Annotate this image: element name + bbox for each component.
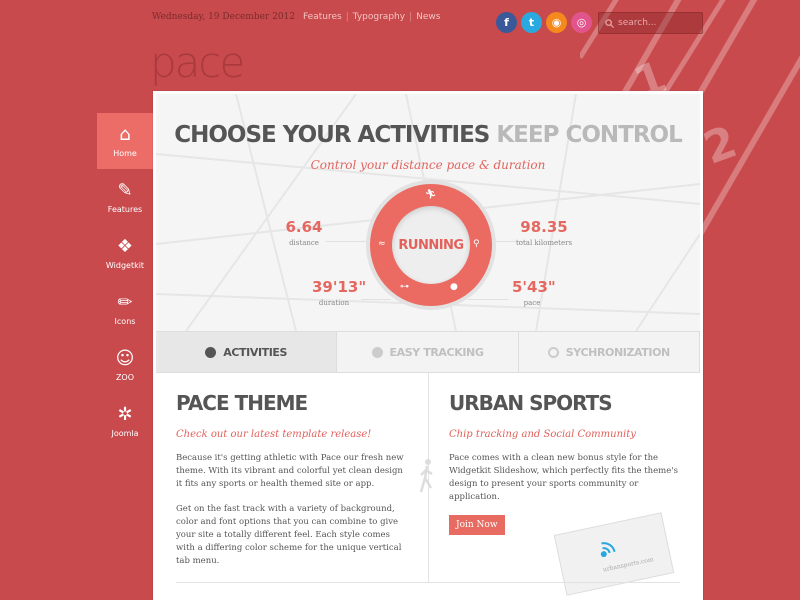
- tab-label: EASY TRACKING: [389, 345, 484, 359]
- widgetkit-icon: ❖: [116, 235, 134, 257]
- runner-icon: 🏃︎: [425, 190, 437, 200]
- pencil-icon: ✏: [117, 291, 133, 313]
- join-now-button[interactable]: Join Now: [449, 515, 505, 535]
- activity-center: RUNNING: [392, 206, 470, 284]
- hero-subtitle: Control your distance pace & duration: [310, 158, 546, 172]
- twitter-icon[interactable]: t: [521, 12, 542, 33]
- top-link-features[interactable]: Features: [303, 12, 342, 22]
- column-paragraph: Because it's getting athletic with Pace …: [176, 453, 404, 489]
- tab-synchronization[interactable]: SYCHRONIZATION: [518, 332, 700, 372]
- hero-title: CHOOSE YOUR ACTIVITIES KEEP CONTROL: [174, 122, 683, 148]
- nav-label: Home: [113, 148, 137, 158]
- top-link-news[interactable]: News: [416, 12, 440, 22]
- weights-icon: ⊶: [400, 282, 409, 292]
- refresh-icon: [547, 346, 559, 358]
- feature-tabs: ACTIVITIES EASY TRACKING SYCHRONIZATION: [156, 331, 700, 373]
- nav-label: Widgetkit: [105, 260, 145, 270]
- content-divider: [176, 582, 680, 583]
- activity-ring[interactable]: 🏃︎ ≈ ⚲ ⊶ ● RUNNING: [370, 184, 492, 306]
- nav-label: ZOO: [115, 372, 135, 382]
- stat-distance: 6.64 distance: [285, 218, 323, 247]
- zoo-icon: ☺: [115, 347, 135, 369]
- nav-item-home[interactable]: ⌂ Home: [97, 113, 153, 169]
- content-columns: PACE THEME Check out our latest template…: [156, 373, 700, 596]
- nav-label: Icons: [114, 316, 136, 326]
- nav-item-features[interactable]: ✎ Features: [97, 169, 153, 225]
- stat-total-kilometers: 98.35 total kilometers: [515, 218, 573, 247]
- site-logo[interactable]: pace: [150, 38, 245, 87]
- globe-icon: [371, 346, 383, 358]
- runner-silhouette-icon: [419, 459, 433, 493]
- column-title: URBAN SPORTS: [449, 391, 613, 415]
- swim-icon: ≈: [378, 239, 386, 249]
- dribbble-icon[interactable]: ◎: [571, 12, 592, 33]
- location-icon: ●: [450, 282, 458, 292]
- column-title: PACE THEME: [176, 391, 308, 415]
- column-tagline[interactable]: Chip tracking and Social Community: [449, 429, 682, 440]
- main-panel: CHOOSE YOUR ACTIVITIES KEEP CONTROL Cont…: [153, 91, 703, 600]
- stat-duration: 39'13" duration: [312, 278, 367, 307]
- nav-label: Joomla: [111, 428, 139, 438]
- joomla-icon: ✲: [117, 403, 133, 425]
- nav-item-joomla[interactable]: ✲ Joomla: [97, 393, 153, 449]
- nav-item-icons[interactable]: ✏ Icons: [97, 281, 153, 337]
- side-nav: ⌂ Home ✎ Features ❖ Widgetkit ✏ Icons ☺ …: [97, 113, 153, 449]
- column-pace-theme: PACE THEME Check out our latest template…: [156, 373, 428, 583]
- activity-label: RUNNING: [398, 237, 464, 253]
- search-input[interactable]: [618, 18, 698, 28]
- bike-icon: ⚲: [473, 239, 480, 249]
- track-number: 2: [697, 116, 744, 175]
- stat-pace: 5'43" pace: [512, 278, 556, 307]
- nav-item-widgetkit[interactable]: ❖ Widgetkit: [97, 225, 153, 281]
- tab-label: ACTIVITIES: [223, 345, 288, 359]
- search-icon: [605, 18, 614, 28]
- column-paragraph: Pace comes with a clean new bonus style …: [449, 453, 678, 502]
- tab-easy-tracking[interactable]: EASY TRACKING: [337, 332, 519, 372]
- column-tagline[interactable]: Check out our latest template release!: [176, 429, 410, 440]
- current-date: Wednesday, 19 December 2012: [152, 12, 295, 22]
- home-icon: ⌂: [119, 123, 131, 145]
- tab-label: SYCHRONIZATION: [565, 345, 670, 359]
- nav-label: Features: [107, 204, 143, 214]
- column-paragraph: Get on the fast track with a variety of …: [176, 504, 402, 566]
- play-icon: [205, 346, 217, 358]
- nav-item-zoo[interactable]: ☺ ZOO: [97, 337, 153, 393]
- column-urban-sports: URBAN SPORTS Chip tracking and Social Co…: [419, 373, 700, 596]
- tab-activities[interactable]: ACTIVITIES: [156, 332, 338, 372]
- top-link-typography[interactable]: Typography: [353, 12, 405, 22]
- chip-card-image: urbansports.com: [553, 512, 675, 596]
- social-links: f t ◉ ◎: [496, 12, 592, 33]
- facebook-icon[interactable]: f: [496, 12, 517, 33]
- top-bar: Wednesday, 19 December 2012 Features | T…: [152, 12, 441, 22]
- rss-icon[interactable]: ◉: [546, 12, 567, 33]
- hero-section: CHOOSE YOUR ACTIVITIES KEEP CONTROL Cont…: [156, 94, 700, 331]
- wrench-icon: ✎: [117, 179, 133, 201]
- search-box: [598, 12, 703, 34]
